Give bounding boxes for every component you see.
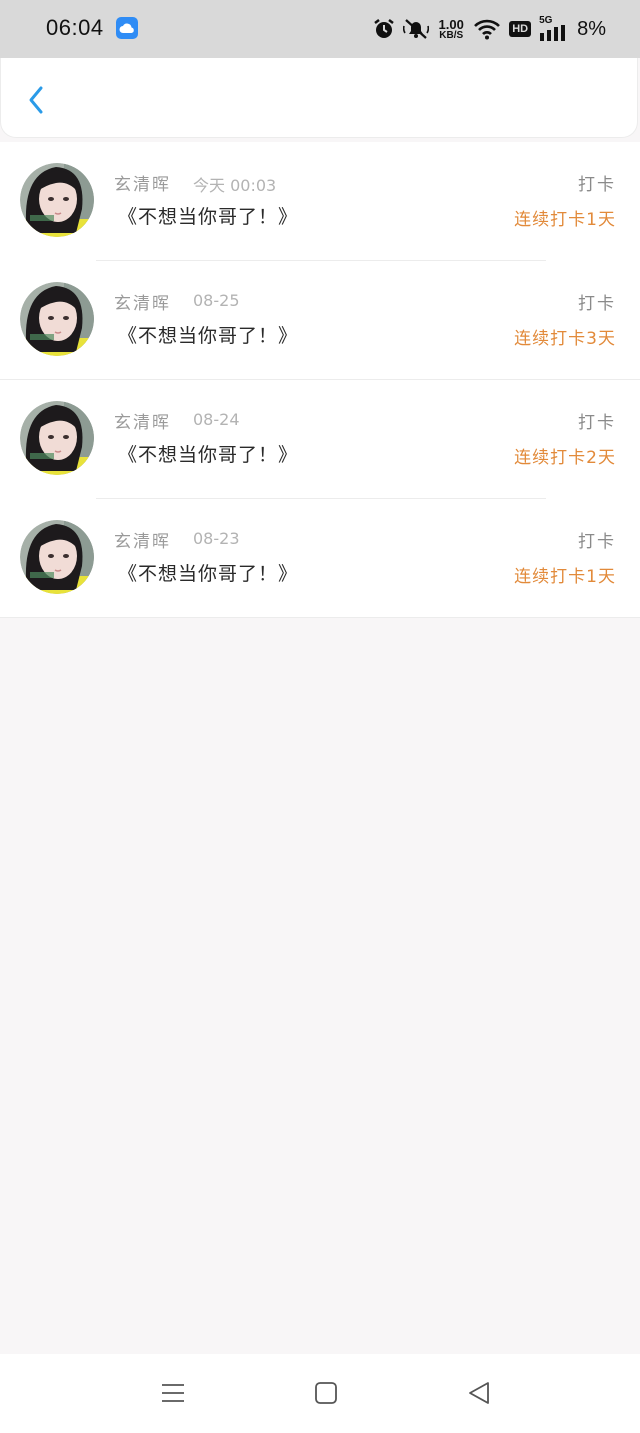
status-icons: 1.00 KB/S HD 5G 8%: [373, 14, 606, 44]
post-title[interactable]: 《不想当你哥了！》: [118, 202, 298, 229]
menu-button[interactable]: [160, 1380, 186, 1410]
checkin-item[interactable]: 玄清晖 08-23 《不想当你哥了！》 打卡 连续打卡1天: [0, 499, 640, 618]
avatar[interactable]: [20, 282, 94, 356]
menu-icon: [162, 1384, 184, 1402]
net-speed: 1.00 KB/S: [437, 18, 465, 41]
user-name[interactable]: 玄清晖: [114, 408, 171, 433]
home-icon: [315, 1382, 337, 1404]
avatar[interactable]: [20, 520, 94, 594]
checkin-item[interactable]: 玄清晖 08-25 《不想当你哥了！》 打卡 连续打卡3天: [0, 261, 640, 380]
back-triangle-icon: [469, 1382, 489, 1404]
system-back-button[interactable]: [466, 1380, 492, 1410]
system-nav-bar: [0, 1354, 640, 1433]
user-name[interactable]: 玄清晖: [114, 289, 171, 314]
post-title[interactable]: 《不想当你哥了！》: [118, 440, 298, 467]
streak-label: 连续打卡3天: [514, 329, 616, 349]
home-button[interactable]: [314, 1380, 338, 1410]
avatar[interactable]: [20, 401, 94, 475]
post-time: 08-24: [193, 410, 240, 429]
mute-icon: [403, 19, 430, 39]
post-title[interactable]: 《不想当你哥了！》: [118, 559, 298, 586]
avatar[interactable]: [20, 163, 94, 237]
top-nav-bar: [0, 58, 638, 138]
user-name[interactable]: 玄清晖: [114, 527, 171, 552]
checkin-item[interactable]: 玄清晖 今天 00:03 《不想当你哥了！》 打卡 连续打卡1天: [0, 142, 640, 261]
post-time: 08-25: [193, 291, 240, 310]
net-speed-unit: KB/S: [439, 29, 464, 41]
checkin-tag: 打卡: [578, 413, 616, 433]
chevron-left-icon: [29, 86, 43, 114]
post-title[interactable]: 《不想当你哥了！》: [118, 321, 298, 348]
hd-badge: HD: [509, 21, 532, 37]
back-button[interactable]: [19, 80, 55, 116]
checkin-tag: 打卡: [578, 294, 616, 314]
status-time: 06:04: [46, 15, 104, 40]
battery-percent: 8%: [577, 17, 606, 40]
checkin-tag: 打卡: [578, 532, 616, 552]
user-name[interactable]: 玄清晖: [114, 170, 171, 195]
divider: [0, 617, 640, 618]
checkin-tag: 打卡: [578, 175, 616, 195]
post-time: 今天 00:03: [193, 176, 277, 195]
wifi-icon: [474, 19, 501, 40]
signal-icon: 5G: [539, 15, 567, 41]
streak-label: 连续打卡2天: [514, 448, 616, 468]
checkin-list: 玄清晖 今天 00:03 《不想当你哥了！》 打卡 连续打卡1天 玄清晖 08-…: [0, 142, 640, 618]
weather-icon: [116, 17, 138, 39]
streak-label: 连续打卡1天: [514, 210, 616, 230]
status-bar: 06:04 1.00 KB/S HD 5G 8%: [0, 0, 640, 58]
alarm-icon: [374, 19, 394, 38]
checkin-item[interactable]: 玄清晖 08-24 《不想当你哥了！》 打卡 连续打卡2天: [0, 380, 640, 499]
streak-label: 连续打卡1天: [514, 567, 616, 587]
post-time: 08-23: [193, 529, 240, 548]
